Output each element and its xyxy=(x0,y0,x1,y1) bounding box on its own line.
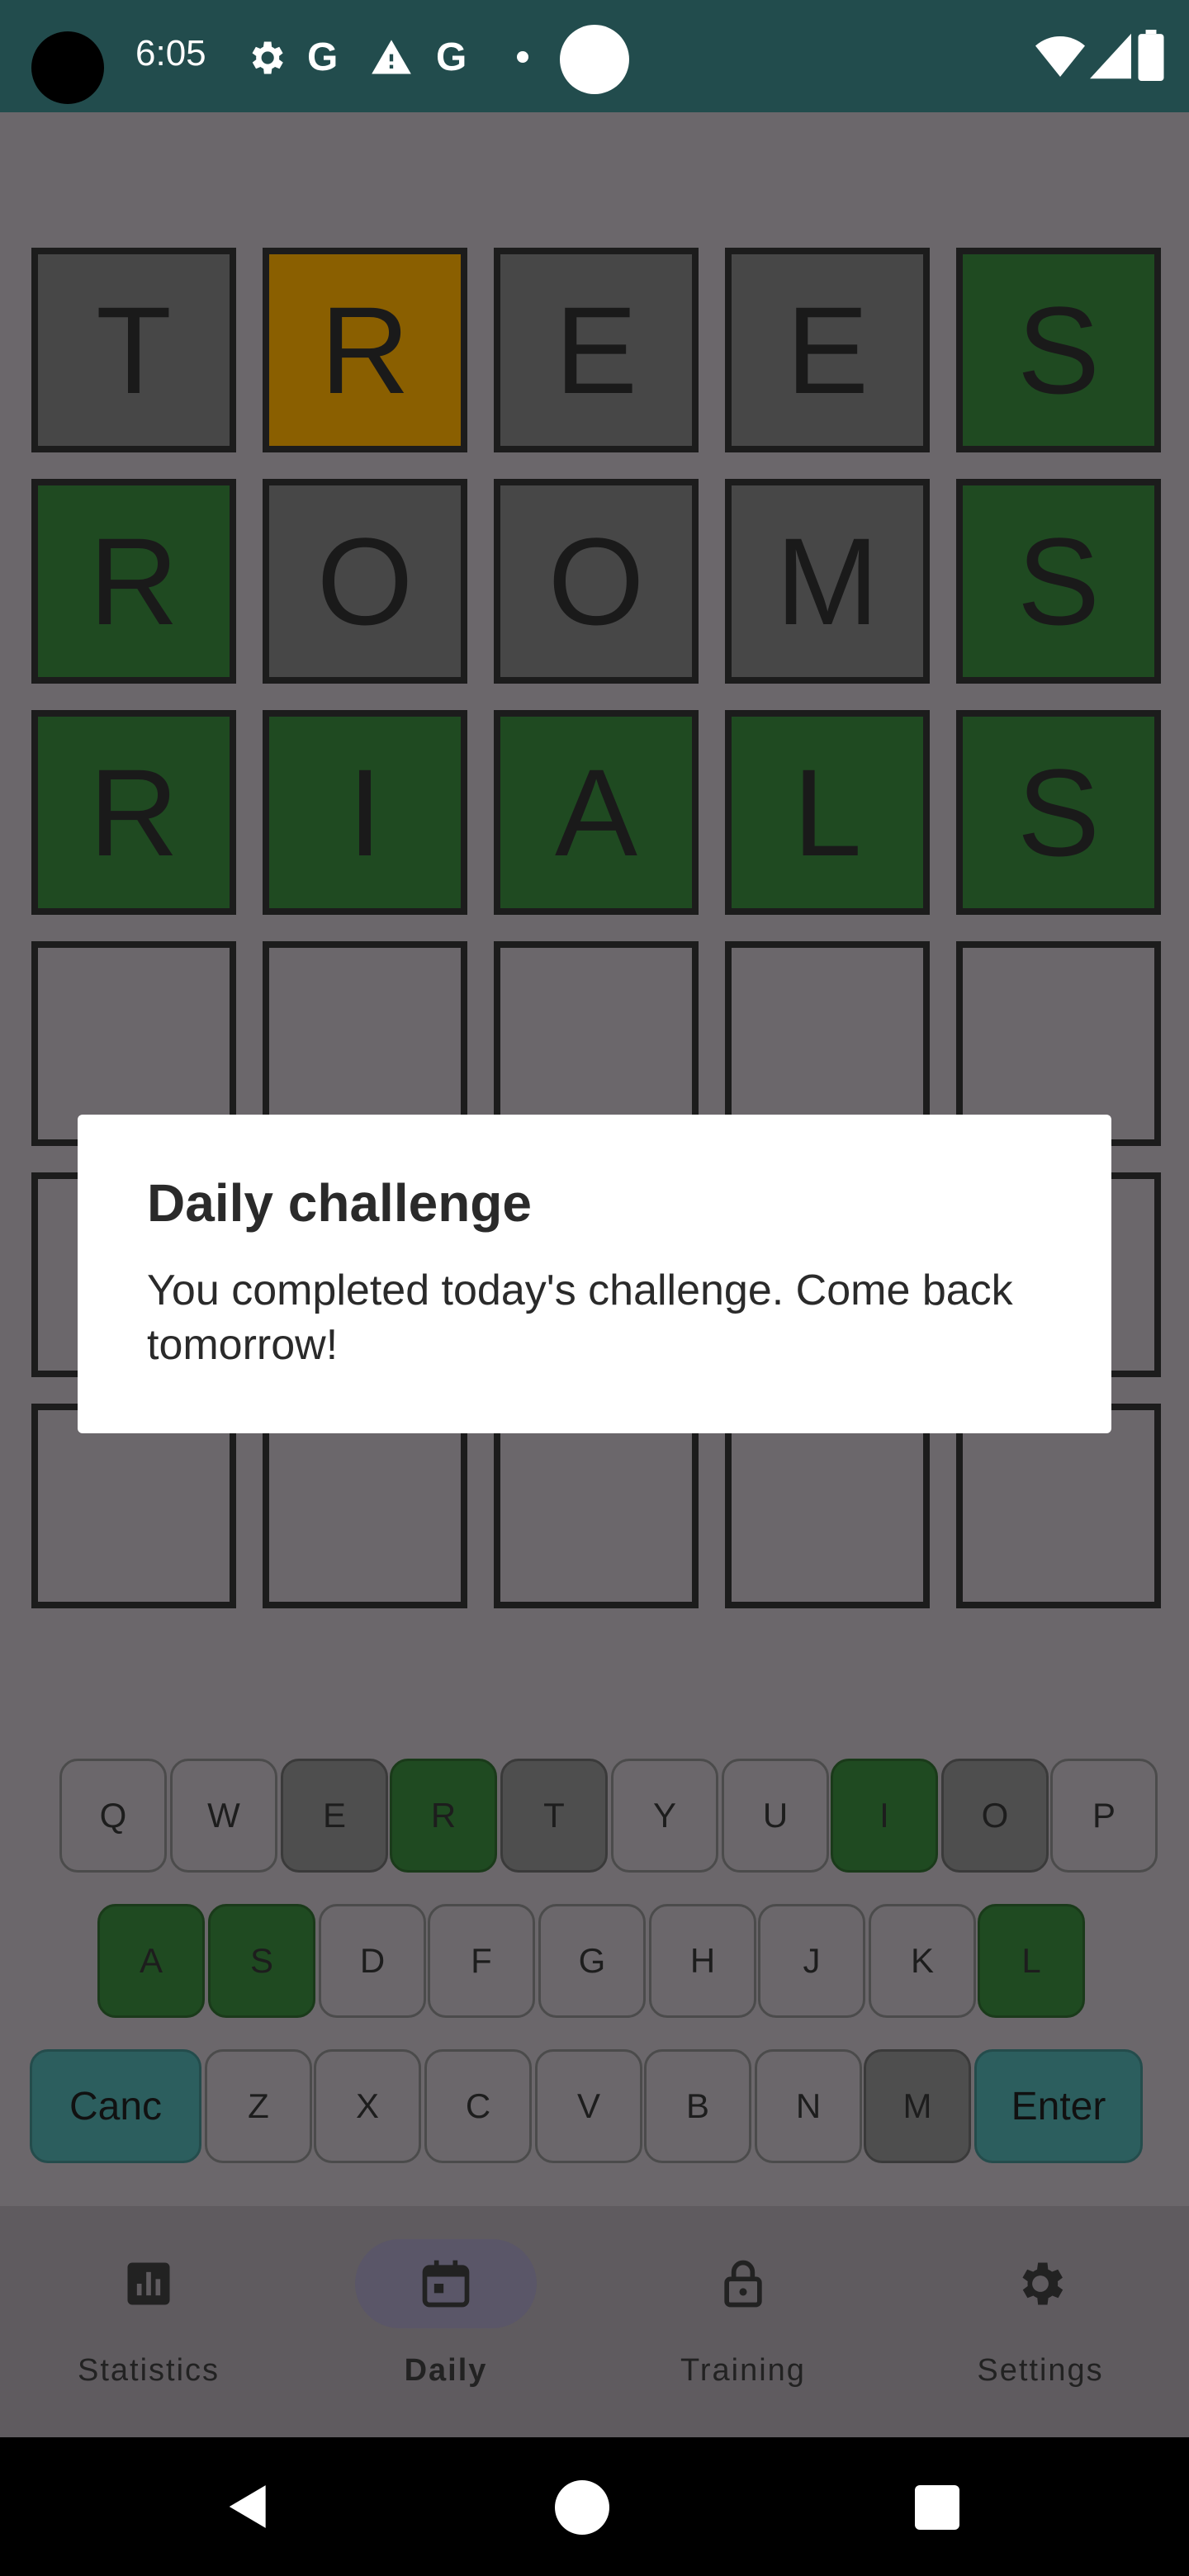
key-v[interactable]: V xyxy=(535,2049,642,2163)
lock-icon xyxy=(724,2260,762,2308)
key-j[interactable]: J xyxy=(758,1904,865,2018)
key-l[interactable]: L xyxy=(978,1904,1085,2018)
dot-icon xyxy=(517,51,528,63)
nav-daily[interactable]: Daily xyxy=(297,2206,594,2437)
wifi-icon xyxy=(1035,36,1085,77)
warning-icon xyxy=(372,40,411,74)
circle-icon xyxy=(560,25,629,94)
key-w[interactable]: W xyxy=(170,1759,277,1873)
gear-icon xyxy=(252,41,283,74)
key-c[interactable]: C xyxy=(424,2049,532,2163)
board-tile: S xyxy=(956,710,1161,915)
back-icon[interactable] xyxy=(223,2480,274,2533)
key-b[interactable]: B xyxy=(644,2049,751,2163)
key-h[interactable]: H xyxy=(649,1904,756,2018)
daily-challenge-dialog: Daily challenge You completed today's ch… xyxy=(78,1115,1111,1433)
google-g-icon: G xyxy=(436,36,467,79)
key-o[interactable]: O xyxy=(941,1759,1049,1873)
recents-icon[interactable] xyxy=(915,2485,959,2530)
nav-training[interactable]: Training xyxy=(594,2206,892,2437)
board-tile: A xyxy=(494,710,699,915)
battery-icon xyxy=(1138,30,1164,81)
camera-cutout xyxy=(31,31,104,104)
key-e[interactable]: E xyxy=(281,1759,388,1873)
key-d[interactable]: D xyxy=(319,1904,426,2018)
calendar-icon xyxy=(422,2260,470,2308)
board-tile: T xyxy=(31,248,236,452)
key-z[interactable]: Z xyxy=(205,2049,312,2163)
board-tile: S xyxy=(956,479,1161,684)
nav-label-training: Training xyxy=(680,2353,806,2388)
key-m[interactable]: M xyxy=(864,2049,971,2163)
system-navigation-bar xyxy=(0,2437,1189,2576)
key-s[interactable]: S xyxy=(208,1904,315,2018)
key-g[interactable]: G xyxy=(538,1904,646,2018)
key-u[interactable]: U xyxy=(722,1759,829,1873)
bottom-navigation: Statistics Daily Training Settings xyxy=(0,2206,1189,2437)
signal-icon xyxy=(1090,33,1131,79)
nav-label-settings: Settings xyxy=(977,2353,1104,2388)
bar-chart-icon xyxy=(127,2262,170,2305)
key-n[interactable]: N xyxy=(755,2049,862,2163)
keyboard: Q W E R T Y U I O P A S D F G H J K L Canc Z X C V B N M Enter xyxy=(0,1750,1189,2180)
board-tile: I xyxy=(263,710,467,915)
google-g-icon: G xyxy=(307,36,339,79)
key-x[interactable]: X xyxy=(314,2049,421,2163)
key-q[interactable]: Q xyxy=(59,1759,167,1873)
board-tile xyxy=(263,1404,467,1608)
dialog-title: Daily challenge xyxy=(147,1173,532,1233)
key-a[interactable]: A xyxy=(97,1904,205,2018)
status-time: 6:05 xyxy=(135,33,206,73)
board-tile xyxy=(956,1404,1161,1608)
board-tile: O xyxy=(494,479,699,684)
key-k[interactable]: K xyxy=(869,1904,976,2018)
nav-statistics[interactable]: Statistics xyxy=(0,2206,297,2437)
board-tile: O xyxy=(263,479,467,684)
key-p[interactable]: P xyxy=(1050,1759,1158,1873)
nav-label-statistics: Statistics xyxy=(77,2353,220,2388)
key-t[interactable]: T xyxy=(500,1759,608,1873)
key-y[interactable]: Y xyxy=(611,1759,718,1873)
nav-settings[interactable]: Settings xyxy=(892,2206,1189,2437)
board-tile: S xyxy=(956,248,1161,452)
dialog-message: You completed today's challenge. Come ba… xyxy=(147,1267,1013,1369)
gear-icon xyxy=(1022,2262,1063,2305)
board-tile xyxy=(725,1404,930,1608)
board-tile: R xyxy=(31,710,236,915)
nav-label-daily: Daily xyxy=(404,2353,488,2388)
key-r[interactable]: R xyxy=(390,1759,497,1873)
status-bar: 6:05 G G xyxy=(0,0,1189,112)
enter-button[interactable]: Enter xyxy=(974,2049,1143,2163)
board-tile: M xyxy=(725,479,930,684)
board-tile xyxy=(31,1404,236,1608)
board-tile: E xyxy=(494,248,699,452)
board-tile: R xyxy=(263,248,467,452)
board-tile xyxy=(494,1404,699,1608)
board-tile: L xyxy=(725,710,930,915)
board-tile: R xyxy=(31,479,236,684)
cancel-button[interactable]: Canc xyxy=(30,2049,201,2163)
key-f[interactable]: F xyxy=(428,1904,535,2018)
board-tile: E xyxy=(725,248,930,452)
home-icon[interactable] xyxy=(555,2480,609,2535)
key-i[interactable]: I xyxy=(831,1759,938,1873)
